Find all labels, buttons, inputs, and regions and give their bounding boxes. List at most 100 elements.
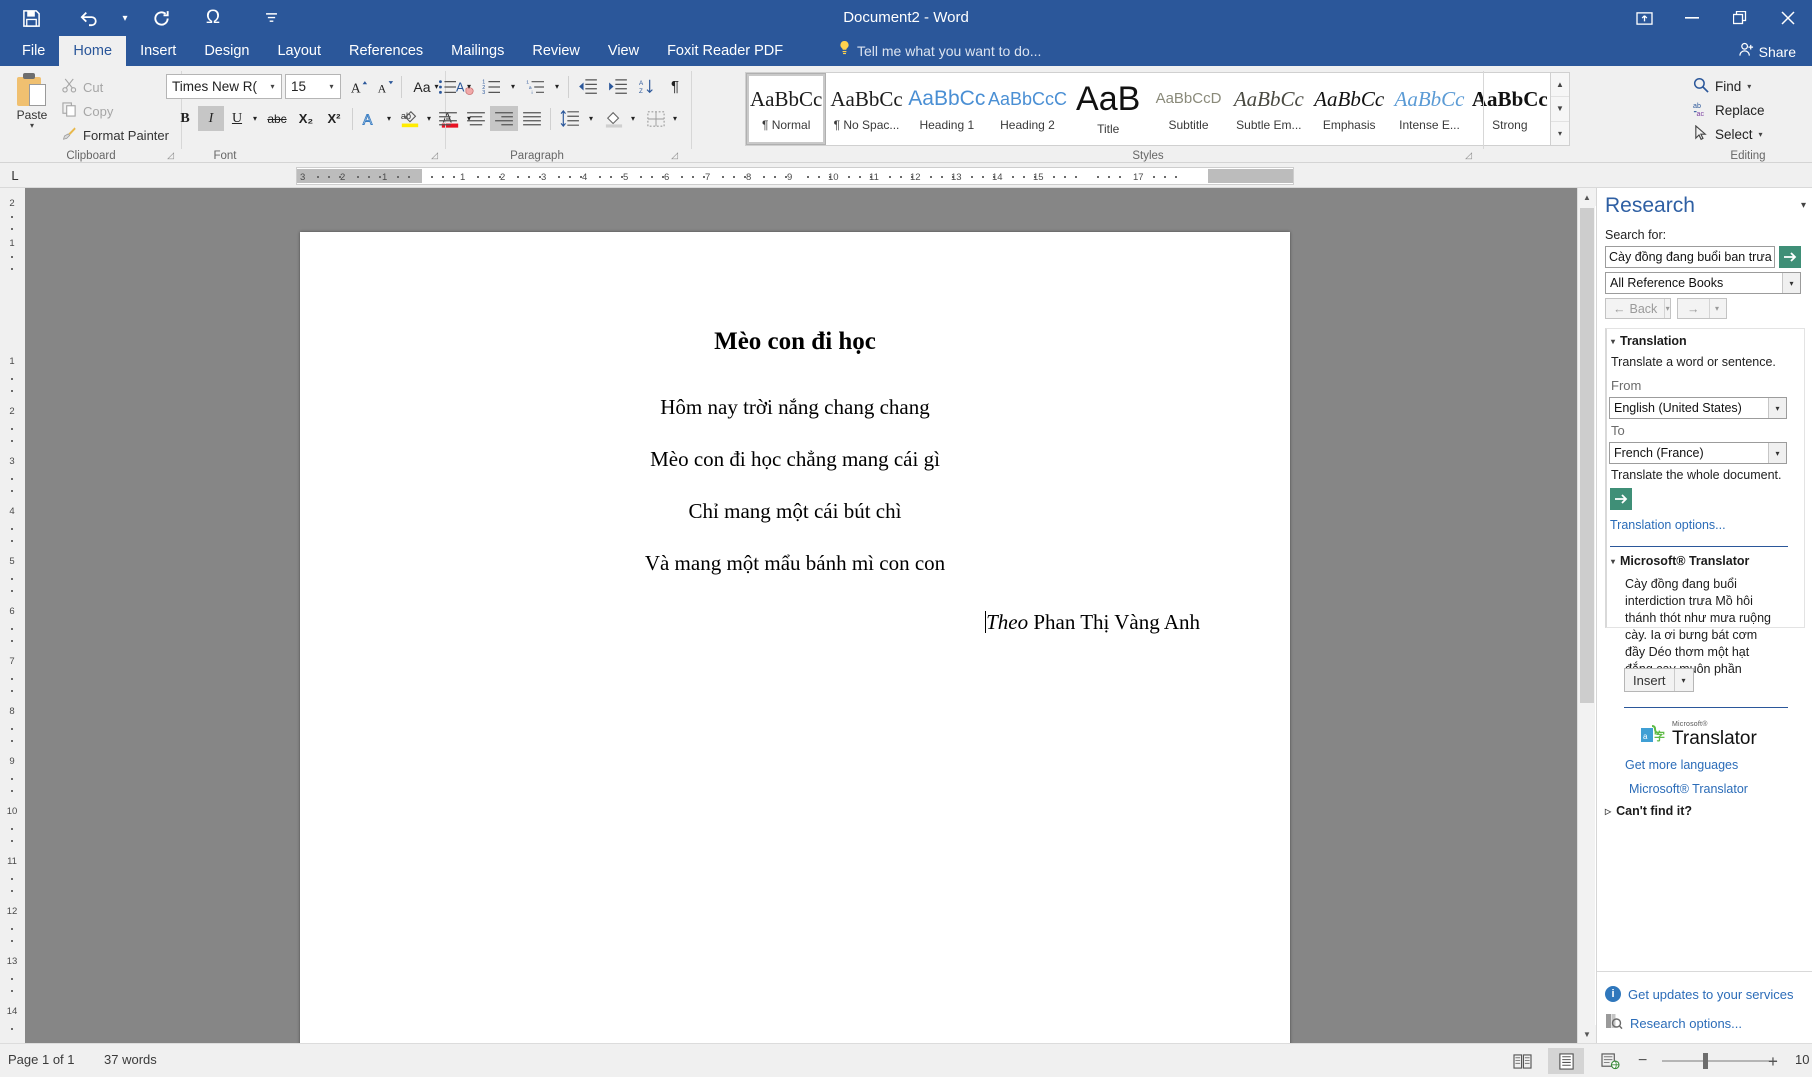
borders-button[interactable] (642, 106, 670, 131)
horizontal-ruler[interactable]: 3 2 1 1 2 3 4 5 6 7 8 9 10 (296, 167, 1294, 185)
text-effects-button[interactable]: A (357, 106, 383, 131)
forward-dropdown-icon[interactable]: ▾ (1709, 299, 1725, 318)
align-left-button[interactable] (434, 106, 462, 131)
paragraph-dialog-launcher[interactable]: ◿ (671, 150, 678, 161)
back-dropdown-icon[interactable]: ▾ (1664, 299, 1670, 318)
chevron-down-icon[interactable]: ▾ (323, 82, 340, 91)
shading-dropdown[interactable]: ▾ (626, 106, 640, 131)
zoom-slider-track[interactable] (1662, 1060, 1777, 1062)
chevron-down-icon[interactable]: ▾ (1768, 443, 1786, 463)
font-name-combo[interactable]: Times New R( ▾ (166, 74, 282, 99)
microsoft-translator-link[interactable]: Microsoft® Translator (1629, 782, 1748, 796)
tab-view[interactable]: View (594, 36, 653, 66)
bold-button[interactable]: B (172, 106, 198, 131)
multilevel-dropdown[interactable]: ▾ (550, 74, 564, 99)
page-indicator[interactable]: Page 1 of 1 (8, 1052, 75, 1067)
tab-foxit-reader-pdf[interactable]: Foxit Reader PDF (653, 36, 797, 66)
borders-dropdown[interactable]: ▾ (668, 106, 682, 131)
style-title[interactable]: AaB Title (1068, 73, 1148, 145)
zoom-in-button[interactable]: + (1768, 1052, 1778, 1072)
style-heading-2[interactable]: AaBbCcC Heading 2 (987, 73, 1068, 145)
minimize-button[interactable] (1668, 0, 1716, 36)
search-input[interactable]: Cày đồng đang buổi ban trưa l (1605, 246, 1775, 268)
microsoft-translator-header[interactable]: ▾ Microsoft® Translator (1611, 554, 1749, 568)
translation-options-link[interactable]: Translation options... (1610, 518, 1726, 532)
zoom-slider-thumb[interactable] (1703, 1053, 1708, 1069)
line-spacing-dropdown[interactable]: ▾ (584, 106, 598, 131)
cant-find-it-section[interactable]: ▷ Can't find it? (1605, 804, 1692, 818)
reference-scope-combo[interactable]: All Reference Books ▾ (1605, 272, 1801, 294)
shading-button[interactable] (600, 106, 628, 131)
italic-button[interactable]: I (198, 106, 224, 131)
line-spacing-button[interactable] (556, 106, 584, 131)
sort-button[interactable]: AZ (634, 74, 660, 99)
style-normal[interactable]: AaBbCc ¶ Normal (746, 73, 826, 145)
font-size-combo[interactable]: 15 ▾ (285, 74, 341, 99)
tab-insert[interactable]: Insert (126, 36, 190, 66)
translate-to-combo[interactable]: French (France) ▾ (1609, 442, 1787, 464)
cut-button[interactable]: Cut (58, 76, 107, 98)
styles-more-button[interactable]: ▾ (1551, 122, 1569, 145)
ribbon-display-options-icon[interactable] (1620, 0, 1668, 36)
text-effects-dropdown[interactable]: ▾ (382, 106, 396, 131)
style-heading-1[interactable]: AaBbCc Heading 1 (907, 73, 987, 145)
style-no-spacing[interactable]: AaBbCc ¶ No Spac... (826, 73, 906, 145)
translate-from-combo[interactable]: English (United States) ▾ (1609, 397, 1787, 419)
pane-menu-icon[interactable]: ▾ (1801, 200, 1806, 211)
scroll-down-button[interactable]: ▼ (1578, 1025, 1596, 1043)
tab-review[interactable]: Review (518, 36, 594, 66)
styles-scroll-down-button[interactable]: ▼ (1551, 97, 1569, 121)
grow-font-button[interactable]: A (346, 74, 372, 99)
paste-button[interactable]: Paste ▾ (8, 70, 56, 144)
bullets-button[interactable] (434, 74, 462, 99)
back-button[interactable]: ←Back ▾ (1605, 298, 1671, 319)
web-layout-button[interactable] (1592, 1048, 1628, 1074)
find-button[interactable]: Find ▾ (1688, 74, 1756, 98)
copy-button[interactable]: Copy (58, 100, 117, 122)
tell-me-search[interactable]: Tell me what you want to do... (838, 36, 1041, 66)
chevron-down-icon[interactable]: ▾ (1747, 82, 1751, 91)
customize-qat-icon[interactable] (258, 2, 284, 34)
undo-icon[interactable] (66, 2, 112, 34)
close-button[interactable] (1764, 0, 1812, 36)
style-strong[interactable]: AaBbCc Strong (1470, 73, 1550, 145)
get-updates-link[interactable]: i Get updates to your services (1605, 986, 1793, 1002)
print-layout-button[interactable] (1548, 1048, 1584, 1074)
justify-button[interactable] (518, 106, 546, 131)
paste-caret-icon[interactable]: ▾ (30, 122, 34, 129)
superscript-button[interactable]: X² (320, 106, 348, 131)
tab-stop-selector[interactable]: L (6, 167, 24, 184)
undo-dropdown-icon[interactable]: ▾ (112, 2, 138, 34)
read-mode-button[interactable] (1504, 1048, 1540, 1074)
styles-scroll-up-button[interactable]: ▲ (1551, 73, 1569, 97)
tab-layout[interactable]: Layout (263, 36, 335, 66)
get-more-languages-link[interactable]: Get more languages (1625, 758, 1738, 772)
multilevel-list-button[interactable]: 1ai (522, 74, 550, 99)
style-intense-emphasis[interactable]: AaBbCc Intense E... (1389, 73, 1469, 145)
vertical-ruler[interactable]: 2 1 1 2 3 4 5 6 7 8 9 10 11 12 (0, 188, 25, 1043)
translation-section-header[interactable]: ▾ Translation (1611, 334, 1687, 348)
style-subtitle[interactable]: AaBbCcD Subtitle (1148, 73, 1228, 145)
chevron-down-icon[interactable]: ▾ (1782, 273, 1800, 293)
scrollbar-thumb[interactable] (1580, 208, 1594, 703)
numbering-button[interactable]: 123 (478, 74, 506, 99)
tab-home[interactable]: Home (59, 36, 126, 66)
style-subtle-emphasis[interactable]: AaBbCc Subtle Em... (1229, 73, 1309, 145)
tab-references[interactable]: References (335, 36, 437, 66)
strikethrough-button[interactable]: abc (262, 106, 292, 131)
style-emphasis[interactable]: AaBbCc Emphasis (1309, 73, 1389, 145)
bullets-dropdown[interactable]: ▾ (462, 74, 476, 99)
replace-button[interactable]: abac Replace (1688, 98, 1770, 122)
research-options-link[interactable]: Research options... (1605, 1013, 1742, 1033)
select-button[interactable]: Select ▾ (1688, 122, 1768, 146)
forward-button[interactable]: → ▾ (1677, 298, 1727, 319)
shrink-font-button[interactable]: A (372, 74, 398, 99)
chevron-down-icon[interactable]: ▾ (1768, 398, 1786, 418)
increase-indent-button[interactable] (604, 74, 632, 99)
format-painter-button[interactable]: Format Painter (58, 124, 173, 146)
share-button[interactable]: Share (1733, 39, 1802, 65)
underline-button[interactable]: U (224, 106, 250, 131)
subscript-button[interactable]: X₂ (292, 106, 320, 131)
align-right-button[interactable] (490, 106, 518, 131)
numbering-dropdown[interactable]: ▾ (506, 74, 520, 99)
